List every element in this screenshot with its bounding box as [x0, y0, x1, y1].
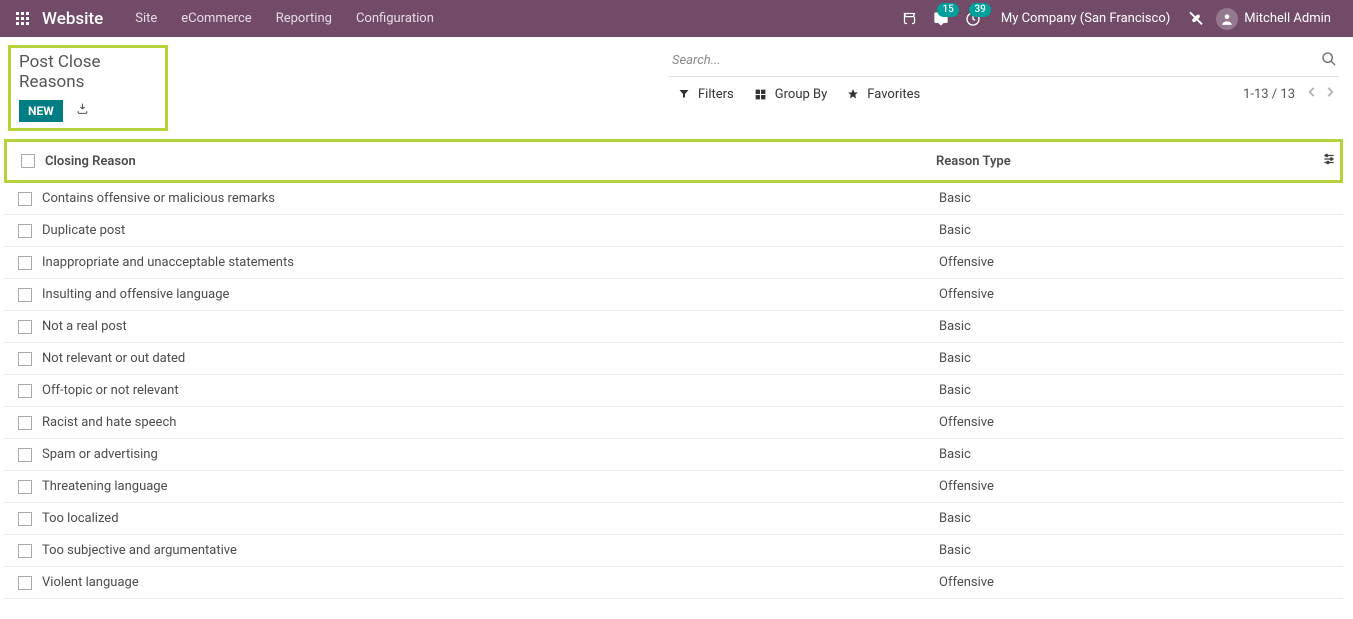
table-row[interactable]: Violent languageOffensive	[4, 567, 1343, 599]
cell-closing-reason: Insulting and offensive language	[42, 287, 939, 302]
row-checkbox[interactable]	[18, 288, 32, 302]
messages-icon[interactable]: 15	[933, 11, 949, 27]
next-page-icon[interactable]	[1323, 85, 1337, 103]
table-header: Closing Reason Reason Type	[4, 139, 1343, 183]
favorites-button[interactable]: Favorites	[847, 87, 920, 102]
table-row[interactable]: Insulting and offensive languageOffensiv…	[4, 279, 1343, 311]
filters-row: Filters Group By Favorites 1-13 / 13	[668, 77, 1353, 105]
cell-reason-type: Offensive	[939, 255, 1309, 270]
cell-reason-type: Basic	[939, 191, 1309, 206]
table-row[interactable]: Inappropriate and unacceptable statement…	[4, 247, 1343, 279]
pager-label[interactable]: 1-13 / 13	[1243, 87, 1295, 102]
row-checkbox[interactable]	[18, 576, 32, 590]
phone-icon[interactable]	[902, 11, 917, 26]
control-bar: Post Close Reasons NEW Filters Group By	[0, 37, 1353, 139]
table-row[interactable]: Contains offensive or malicious remarksB…	[4, 183, 1343, 215]
table-row[interactable]: Too subjective and argumentativeBasic	[4, 535, 1343, 567]
table-row[interactable]: Racist and hate speechOffensive	[4, 407, 1343, 439]
table-row[interactable]: Off-topic or not relevantBasic	[4, 375, 1343, 407]
table-row[interactable]: Duplicate postBasic	[4, 215, 1343, 247]
cell-reason-type: Basic	[939, 447, 1309, 462]
cell-closing-reason: Contains offensive or malicious remarks	[42, 191, 939, 206]
row-checkbox[interactable]	[18, 384, 32, 398]
row-checkbox[interactable]	[18, 224, 32, 238]
activities-badge: 39	[969, 3, 990, 17]
cell-reason-type: Offensive	[939, 287, 1309, 302]
table-row[interactable]: Not relevant or out datedBasic	[4, 343, 1343, 375]
groupby-button[interactable]: Group By	[754, 87, 828, 102]
tools-icon[interactable]	[1188, 11, 1204, 27]
cell-reason-type: Basic	[939, 383, 1309, 398]
left-panel-highlight: Post Close Reasons NEW	[8, 45, 168, 131]
row-checkbox[interactable]	[18, 416, 32, 430]
company-label[interactable]: My Company (San Francisco)	[1001, 11, 1170, 26]
cell-reason-type: Offensive	[939, 575, 1309, 590]
filters-button[interactable]: Filters	[678, 87, 734, 102]
cell-closing-reason: Threatening language	[42, 479, 939, 494]
row-checkbox[interactable]	[18, 352, 32, 366]
cell-reason-type: Offensive	[939, 415, 1309, 430]
row-checkbox[interactable]	[18, 480, 32, 494]
download-icon[interactable]	[76, 104, 89, 119]
search-input[interactable]	[670, 49, 1313, 72]
cell-reason-type: Basic	[939, 511, 1309, 526]
table-row[interactable]: Threatening languageOffensive	[4, 471, 1343, 503]
cell-closing-reason: Not relevant or out dated	[42, 351, 939, 366]
search-row	[668, 45, 1339, 77]
filters-label: Filters	[698, 87, 734, 102]
column-closing-reason[interactable]: Closing Reason	[45, 154, 936, 169]
cell-closing-reason: Too localized	[42, 511, 939, 526]
right-panel: Filters Group By Favorites 1-13 / 13	[668, 45, 1353, 105]
prev-page-icon[interactable]	[1305, 85, 1319, 103]
row-checkbox[interactable]	[18, 320, 32, 334]
column-reason-type[interactable]: Reason Type	[936, 154, 1306, 169]
cell-closing-reason: Off-topic or not relevant	[42, 383, 939, 398]
user-menu[interactable]: Mitchell Admin	[1216, 8, 1337, 30]
cell-closing-reason: Inappropriate and unacceptable statement…	[42, 255, 939, 270]
row-checkbox[interactable]	[18, 544, 32, 558]
activities-icon[interactable]: 39	[965, 11, 981, 27]
nav-site[interactable]: Site	[123, 11, 169, 26]
nav-reporting[interactable]: Reporting	[264, 11, 344, 26]
cell-closing-reason: Racist and hate speech	[42, 415, 939, 430]
row-checkbox[interactable]	[18, 256, 32, 270]
groupby-label: Group By	[775, 87, 828, 102]
cell-closing-reason: Spam or advertising	[42, 447, 939, 462]
row-checkbox[interactable]	[18, 192, 32, 206]
row-checkbox[interactable]	[18, 512, 32, 526]
new-button[interactable]: NEW	[19, 100, 63, 122]
favorites-label: Favorites	[867, 87, 920, 102]
cell-reason-type: Basic	[939, 319, 1309, 334]
messages-badge: 15	[937, 3, 958, 17]
select-all-checkbox[interactable]	[21, 154, 35, 168]
cell-closing-reason: Duplicate post	[42, 223, 939, 238]
nav-ecommerce[interactable]: eCommerce	[169, 11, 263, 26]
table-row[interactable]: Not a real postBasic	[4, 311, 1343, 343]
cell-closing-reason: Violent language	[42, 575, 939, 590]
cell-closing-reason: Not a real post	[42, 319, 939, 334]
cell-reason-type: Basic	[939, 351, 1309, 366]
table: Closing Reason Reason Type Contains offe…	[0, 139, 1353, 619]
table-row[interactable]: Spam or advertisingBasic	[4, 439, 1343, 471]
username-label: Mitchell Admin	[1244, 11, 1331, 26]
brand-label[interactable]: Website	[42, 9, 103, 29]
cell-reason-type: Basic	[939, 223, 1309, 238]
avatar-icon	[1216, 8, 1238, 30]
topbar: Website Site eCommerce Reporting Configu…	[0, 0, 1353, 37]
cell-reason-type: Offensive	[939, 479, 1309, 494]
table-options-icon[interactable]	[1322, 155, 1336, 170]
table-row[interactable]: Too localizedBasic	[4, 503, 1343, 535]
apps-icon[interactable]	[14, 10, 32, 28]
cell-closing-reason: Too subjective and argumentative	[42, 543, 939, 558]
row-checkbox[interactable]	[18, 448, 32, 462]
page-title: Post Close Reasons	[19, 52, 157, 92]
nav-configuration[interactable]: Configuration	[344, 11, 446, 26]
search-icon[interactable]	[1321, 51, 1337, 71]
cell-reason-type: Basic	[939, 543, 1309, 558]
